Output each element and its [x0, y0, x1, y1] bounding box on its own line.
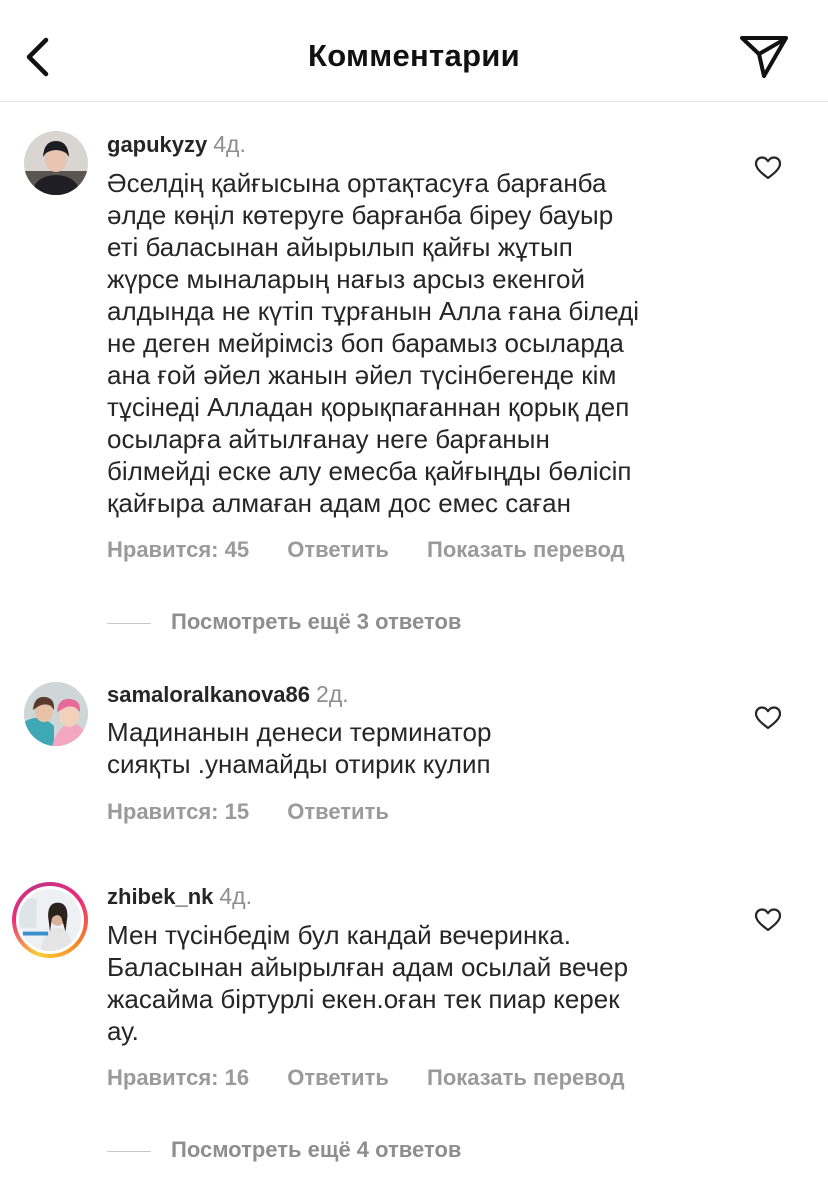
comment-header: gapukyzy 4д. [107, 130, 246, 159]
comment-time: 2д. [316, 681, 349, 707]
paper-plane-icon [740, 36, 788, 78]
divider [107, 1150, 151, 1152]
heart-icon [754, 908, 782, 932]
reply-button[interactable]: Ответить [287, 537, 389, 563]
username[interactable]: zhibek_nk [107, 884, 213, 909]
likes-count[interactable]: Нравится: 45 [107, 537, 249, 563]
likes-count[interactable]: Нравится: 15 [107, 799, 249, 825]
divider [107, 622, 151, 624]
avatar-story-ring[interactable] [12, 882, 88, 958]
like-button[interactable] [754, 907, 782, 933]
comment-actions: Нравится: 45 Ответить Показать перевод [107, 537, 625, 563]
share-button[interactable] [738, 32, 790, 80]
comment-actions: Нравится: 15 Ответить [107, 799, 389, 825]
avatar [16, 886, 84, 954]
username[interactable]: gapukyzy [107, 132, 207, 157]
comment-time: 4д. [219, 883, 252, 909]
comment-actions: Нравится: 16 Ответить Показать перевод [107, 1065, 625, 1091]
avatar[interactable] [24, 682, 88, 746]
reply-button[interactable]: Ответить [287, 799, 389, 825]
header: Комментарии [0, 0, 828, 102]
page-title: Комментарии [307, 38, 521, 73]
like-button[interactable] [754, 705, 782, 731]
comment-time: 4д. [213, 131, 246, 157]
like-button[interactable] [754, 155, 782, 181]
username[interactable]: samaloralkanova86 [107, 682, 310, 707]
translate-button[interactable]: Показать перевод [427, 1065, 625, 1091]
heart-icon [754, 706, 782, 730]
comment-text: Мен түсінбедім бул кандай вечеринка. Бал… [107, 920, 629, 1046]
comment-header: samaloralkanova86 2д. [107, 680, 349, 709]
heart-icon [754, 156, 782, 180]
translate-button[interactable]: Показать перевод [427, 537, 625, 563]
likes-count[interactable]: Нравится: 16 [107, 1065, 249, 1091]
comment-header: zhibek_nk 4д. [107, 882, 252, 911]
avatar[interactable] [24, 131, 88, 195]
comment-text: Мадинанын денеси терминатор сияқты .унам… [107, 717, 492, 779]
view-more-replies[interactable]: Посмотреть ещё 3 ответов [107, 609, 461, 635]
reply-button[interactable]: Ответить [287, 1065, 389, 1091]
view-more-replies[interactable]: Посмотреть ещё 4 ответов [107, 1137, 461, 1163]
comment-text: Әселдің қайғысына ортақтасуға барғанба ә… [107, 168, 640, 518]
